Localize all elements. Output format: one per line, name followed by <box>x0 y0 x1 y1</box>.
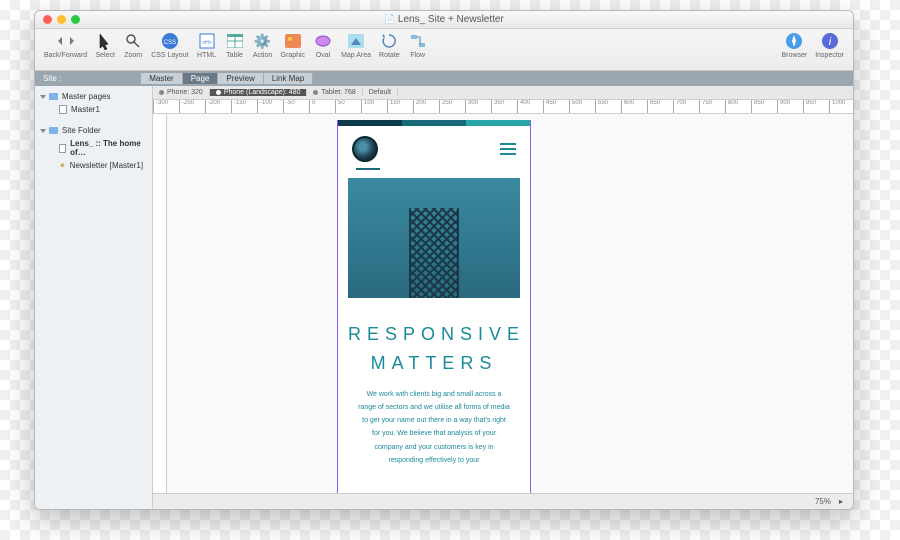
site-bar: Site : Master Page Preview Link Map <box>35 71 853 86</box>
hamburger-icon[interactable] <box>500 143 516 155</box>
browser-button[interactable]: Browser <box>779 31 811 59</box>
app-window: Lens_ Site + Newsletter Back/Forward Sel… <box>34 10 854 510</box>
table-icon <box>225 31 245 51</box>
header-stripe <box>338 120 530 126</box>
window-title: Lens_ Site + Newsletter <box>35 14 853 25</box>
tab-preview[interactable]: Preview <box>218 73 263 84</box>
sidebar: Master pages Master1 Site Folder Lens_ :… <box>35 86 153 509</box>
tab-master[interactable]: Master <box>141 73 182 84</box>
table-button[interactable]: Table <box>222 31 248 59</box>
rotate-button[interactable]: Rotate <box>376 31 403 59</box>
back-forward-icon <box>56 31 76 51</box>
breakpoint-bar: Phone: 320 Phone (Landscape): 480 Tablet… <box>153 86 853 100</box>
select-button[interactable]: Select <box>92 31 118 59</box>
status-bar: 75% ▸ <box>153 493 853 509</box>
page-icon <box>59 105 67 114</box>
sidebar-item-newsletter[interactable]: ✴Newsletter [Master1] <box>41 159 146 172</box>
sidebar-item-lens[interactable]: Lens_ :: The home of… <box>41 137 146 159</box>
sidebar-item-master1[interactable]: Master1 <box>41 103 146 116</box>
ruler-vertical <box>153 114 167 493</box>
flow-icon <box>408 31 428 51</box>
oval-button[interactable]: Oval <box>310 31 336 59</box>
bp-phone-landscape[interactable]: Phone (Landscape): 480 <box>210 89 308 96</box>
html-icon: <H> <box>197 31 217 51</box>
info-icon: i <box>820 31 840 51</box>
gear-icon: ⚙️ <box>253 31 273 51</box>
map-area-button[interactable]: Map Area <box>338 31 374 59</box>
tab-page[interactable]: Page <box>183 73 219 84</box>
graphic-button[interactable]: Graphic <box>278 31 309 59</box>
folder-icon <box>49 93 58 100</box>
bp-default[interactable]: Default <box>363 89 398 96</box>
ruler-horizontal: -300-250-200-150-100-5005010015020025030… <box>153 100 853 114</box>
bp-phone[interactable]: Phone: 320 <box>153 89 210 96</box>
sidebar-master-pages[interactable]: Master pages <box>41 90 146 103</box>
map-area-icon <box>346 31 366 51</box>
hero-image <box>348 178 520 298</box>
page-icon <box>59 144 66 153</box>
canvas[interactable]: RESPONSIVE MATTERS We work with clients … <box>167 114 853 493</box>
css-icon: CSS <box>160 31 180 51</box>
site-label: Site : <box>43 74 61 83</box>
folder-icon <box>49 127 58 134</box>
zoom-level[interactable]: 75% <box>815 497 831 506</box>
inspector-button[interactable]: i Inspector <box>812 31 847 59</box>
cursor-icon <box>95 31 115 51</box>
html-button[interactable]: <H> HTML <box>194 31 220 59</box>
logo-underline <box>356 168 380 170</box>
titlebar[interactable]: Lens_ Site + Newsletter <box>35 11 853 29</box>
sidebar-site-folder[interactable]: Site Folder <box>41 124 146 137</box>
oval-icon <box>313 31 333 51</box>
gear-icon: ✴ <box>59 161 66 170</box>
svg-text:<H>: <H> <box>202 40 212 46</box>
toolbar: Back/Forward Select Zoom CSS CSS Layout … <box>35 29 853 71</box>
flow-button[interactable]: Flow <box>405 31 431 59</box>
zoom-stepper-icon[interactable]: ▸ <box>839 497 843 506</box>
tab-link-map[interactable]: Link Map <box>264 73 313 84</box>
page-artboard[interactable]: RESPONSIVE MATTERS We work with clients … <box>337 120 531 493</box>
action-button[interactable]: ⚙️ Action <box>250 31 276 59</box>
magnifier-icon <box>123 31 143 51</box>
graphic-icon <box>283 31 303 51</box>
headline: RESPONSIVE MATTERS <box>338 306 530 382</box>
back-forward-button[interactable]: Back/Forward <box>41 31 90 59</box>
rotate-icon <box>379 31 399 51</box>
bp-tablet[interactable]: Tablet: 768 <box>307 89 362 96</box>
compass-icon <box>784 31 804 51</box>
css-layout-button[interactable]: CSS CSS Layout <box>148 31 191 59</box>
body-copy: We work with clients big and small acros… <box>338 382 530 474</box>
zoom-button[interactable]: Zoom <box>120 31 146 59</box>
svg-text:CSS: CSS <box>164 40 176 46</box>
doc-tabs: Master Page Preview Link Map <box>141 73 313 84</box>
logo-lens-icon <box>352 136 378 162</box>
